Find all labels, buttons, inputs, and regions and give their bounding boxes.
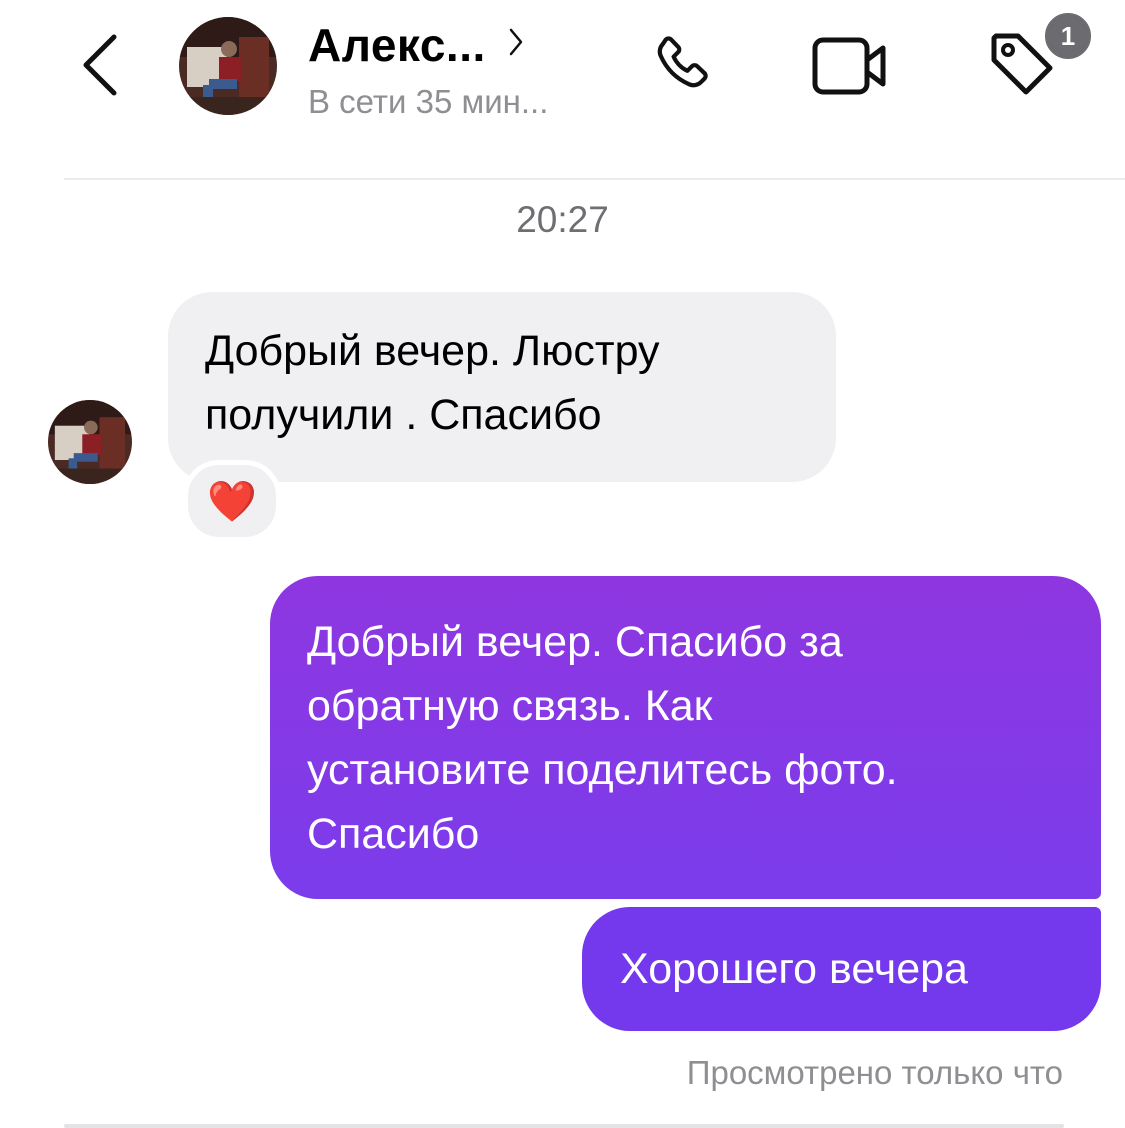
chat-header: Алекс... В сети 35 мин... 1 (0, 0, 1125, 180)
chevron-right-icon (508, 27, 524, 57)
video-call-button[interactable] (808, 28, 892, 104)
avatar-photo (48, 400, 132, 484)
avatar-photo (179, 17, 277, 115)
incoming-message[interactable]: Добрый вечер. Люстру получили . Спасибо (168, 292, 836, 482)
video-camera-icon (812, 37, 886, 95)
call-button[interactable] (640, 26, 724, 106)
back-chevron-icon (83, 34, 117, 96)
back-button[interactable] (70, 30, 130, 100)
chat-timestamp: 20:27 (516, 199, 609, 240)
heart-reaction[interactable]: ❤️ (183, 460, 281, 542)
contact-name-row[interactable]: Алекс... (308, 16, 524, 74)
composer-edge (64, 1124, 1064, 1128)
header-divider (64, 178, 1125, 180)
contact-status: В сети 35 мин... (308, 83, 549, 120)
outgoing-message[interactable]: Добрый вечер. Спасибо за обратную связь.… (270, 576, 1101, 899)
contact-name[interactable]: Алекс... (308, 16, 486, 74)
phone-icon (657, 36, 708, 88)
seen-status: Просмотрено только что (686, 1054, 1063, 1091)
heart-icon: ❤️ (207, 479, 257, 524)
notification-badge: 1 (1042, 10, 1094, 62)
sender-avatar[interactable] (48, 400, 132, 484)
outgoing-message[interactable]: Хорошего вечера (582, 907, 1101, 1031)
contact-avatar[interactable] (179, 17, 277, 115)
